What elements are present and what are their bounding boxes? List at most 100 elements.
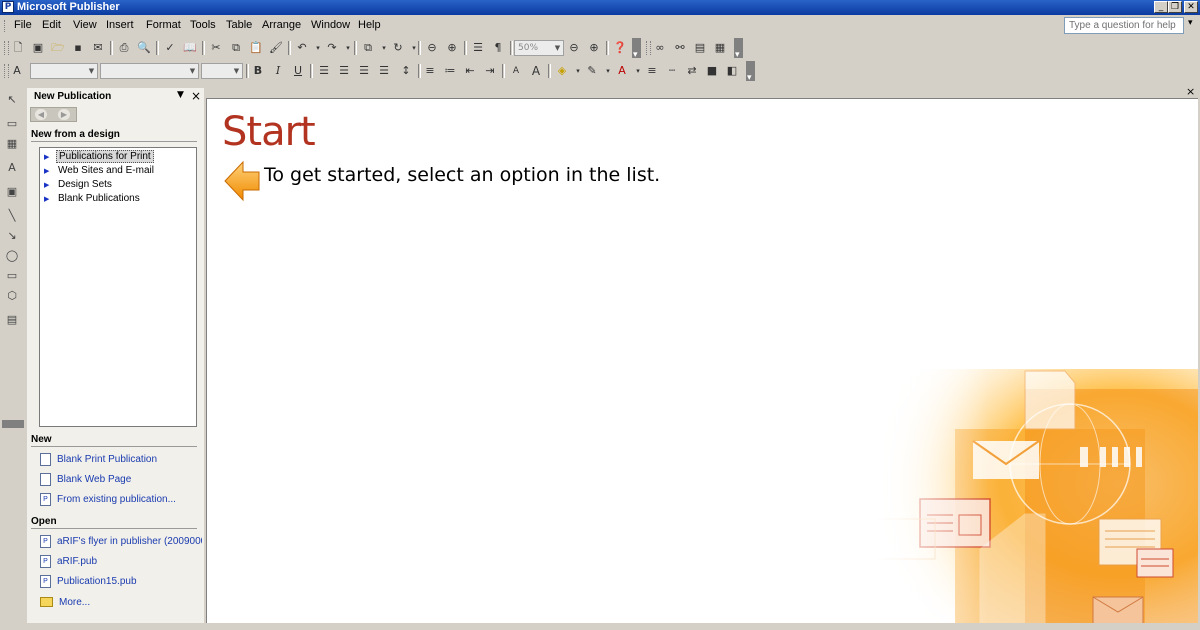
expand-arrow-icon[interactable]: ▶ [44,165,56,178]
zoom-select[interactable]: 50% ▼ [514,40,564,56]
numbering-icon[interactable]: ≡ [422,63,438,79]
arrow-icon[interactable]: ↘ [4,228,20,244]
menu-window[interactable]: Window [308,18,353,32]
more-files-link[interactable]: More... [40,595,202,611]
copy-icon[interactable]: ⧉ [228,40,244,56]
table-icon[interactable]: ▦ [4,136,20,152]
font-select[interactable]: ▼ [100,63,199,79]
mail-recipient-icon[interactable]: ✉ [90,40,106,56]
3d-style-icon[interactable]: ◧ [724,63,740,79]
menu-format[interactable]: Format [143,18,184,32]
expand-arrow-icon[interactable]: ▶ [44,193,56,206]
zoom-dropdown-icon[interactable]: ▼ [553,41,562,55]
print-preview-icon[interactable]: 🔍 [136,40,152,56]
minimize-button[interactable]: _ [1154,1,1168,13]
rectangle-icon[interactable]: ▭ [4,268,20,284]
new-document-icon[interactable]: 🗋 [10,40,26,56]
align-center-icon[interactable]: ☰ [336,63,352,79]
wordart-icon[interactable]: A [4,160,20,176]
open-folder-icon[interactable]: 🗁 [50,40,66,56]
rotate-icon[interactable]: ↻ [390,40,406,56]
objects-toolbar-options-icon[interactable] [2,420,24,428]
picture-frame-icon[interactable]: ▣ [4,184,20,200]
decrease-font-icon[interactable]: A [508,63,524,79]
line-color-icon[interactable]: ✎ [584,63,600,79]
style-select[interactable]: ▼ [30,63,98,79]
print-icon[interactable]: ⎙ [116,40,132,56]
menu-arrange[interactable]: Arrange [259,18,304,32]
shadow-style-icon[interactable]: ■ [704,63,720,79]
autoshapes-icon[interactable]: ⬡ [4,288,20,304]
tree-item-design-sets[interactable]: ▶ Design Sets [44,178,114,191]
fill-color-icon[interactable]: ◈ [554,63,570,79]
publisher-app-icon[interactable]: P [2,1,14,13]
design-category-list[interactable]: ▶ Publications for Print ▶ Web Sites and E… [39,147,197,427]
close-window-button[interactable]: ✕ [1184,1,1198,13]
line-style-icon[interactable]: ≡ [644,63,660,79]
unlink-icon[interactable]: ⚯ [672,40,688,56]
help-dropdown-icon[interactable]: ▾ [1188,18,1193,28]
web-preview-icon[interactable]: ▤ [692,40,708,56]
zoom-in-icon[interactable]: ⊕ [586,40,602,56]
select-pointer-icon[interactable]: ↖ [4,92,20,108]
design-gallery-icon[interactable]: ▤ [4,312,20,328]
zoom-out-page-icon[interactable]: ⊖ [424,40,440,56]
redo-icon[interactable]: ↷ [324,40,340,56]
expand-arrow-icon[interactable]: ▶ [44,151,56,164]
menu-insert[interactable]: Insert [103,18,137,32]
new-publication-icon[interactable]: ▣ [30,40,46,56]
justify-icon[interactable]: ☰ [376,63,392,79]
zoom-out-icon[interactable]: ⊖ [566,40,582,56]
expand-arrow-icon[interactable]: ▶ [44,179,56,192]
help-icon[interactable]: ❓ [612,40,628,56]
tree-item-blank-publications[interactable]: ▶ Blank Publications [44,192,142,205]
spelling-icon[interactable]: ✓ [162,40,178,56]
from-existing-publication-link[interactable]: P From existing publication... [40,492,202,508]
italic-icon[interactable]: I [270,63,286,79]
formatting-options-icon[interactable] [746,61,755,83]
line-icon[interactable]: ╲ [4,208,20,224]
pilcrow-icon[interactable]: ¶ [490,40,506,56]
arrow-style-icon[interactable]: ⇄ [684,63,700,79]
back-icon[interactable]: ◀ [35,109,47,120]
document-close-icon[interactable]: × [1186,86,1195,97]
zoom-in-page-icon[interactable]: ⊕ [444,40,460,56]
task-pane-close-icon[interactable]: × [191,89,201,103]
decrease-indent-icon[interactable]: ⇤ [462,63,478,79]
increase-font-icon[interactable]: A [528,63,544,79]
recent-file-link[interactable]: P Publication15.pub [40,574,202,590]
research-icon[interactable]: 📖 [182,40,198,56]
toolbar-grip[interactable] [4,41,9,55]
help-question-input[interactable]: Type a question for help [1064,17,1184,34]
blank-web-page-link[interactable]: Blank Web Page [40,472,202,488]
bullets-icon[interactable]: ≔ [442,63,458,79]
menu-table[interactable]: Table [223,18,255,32]
font-color-icon[interactable]: A [614,63,630,79]
columns-icon[interactable]: ☰ [470,40,486,56]
font-size-select[interactable]: ▼ [201,63,243,79]
align-left-icon[interactable]: ☰ [316,63,332,79]
menu-grip[interactable] [4,20,7,32]
tree-item-web-sites-email[interactable]: ▶ Web Sites and E-mail [44,164,156,177]
size-dropdown-icon[interactable]: ▼ [232,64,241,78]
dash-style-icon[interactable]: ┄ [664,63,680,79]
bring-to-front-icon[interactable]: ⧉ [360,40,376,56]
align-right-icon[interactable]: ☰ [356,63,372,79]
menu-help[interactable]: Help [355,18,384,32]
oval-icon[interactable]: ◯ [4,248,20,264]
text-box-icon[interactable]: ▭ [4,116,20,132]
recent-file-link[interactable]: PaRIF's flyer in publisher (20090000 [40,534,202,550]
increase-indent-icon[interactable]: ⇥ [482,63,498,79]
underline-icon[interactable]: U [290,63,306,79]
web-toolbar-options-icon[interactable] [734,38,743,60]
blank-print-publication-link[interactable]: Blank Print Publication [40,452,202,468]
recent-file-link[interactable]: PaRIF.pub [40,554,202,570]
line-spacing-icon[interactable]: ↕ [398,63,414,79]
forward-icon[interactable]: ▶ [58,109,70,120]
save-icon[interactable]: ▪ [70,40,86,56]
styles-icon[interactable]: A [9,63,25,79]
menu-edit[interactable]: Edit [39,18,64,32]
tree-item-publications-for-print[interactable]: ▶ Publications for Print [44,150,154,163]
task-pane-menu-icon[interactable]: ▼ [177,90,184,100]
bold-icon[interactable]: B [250,63,266,79]
